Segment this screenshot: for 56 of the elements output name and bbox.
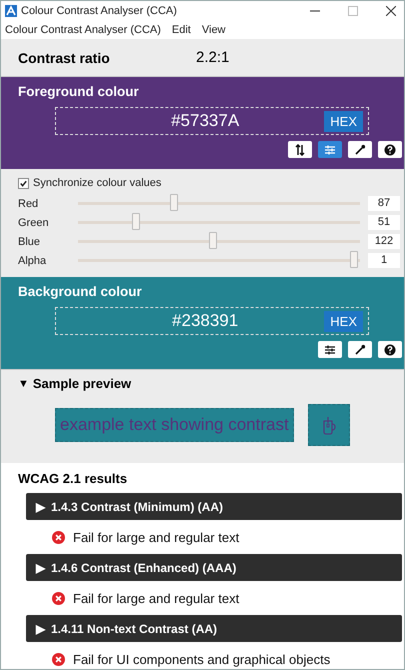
slider-value-field[interactable]: 51 (368, 215, 400, 230)
contrast-value: 2.2:1 (196, 49, 230, 66)
fail-icon (52, 652, 65, 666)
menu-item[interactable]: Colour Contrast Analyser (CCA) (5, 24, 161, 36)
slider-label: Green (18, 216, 50, 228)
eyedropper-button[interactable] (348, 341, 372, 358)
sync-label: Synchronize colour values (33, 177, 162, 189)
window-title: Colour Contrast Analyser (CCA) (21, 5, 178, 17)
sync-checkbox[interactable] (18, 178, 29, 188)
help-button[interactable] (378, 141, 402, 158)
criterion-header[interactable]: ▶ 1.4.11 Non-text Contrast (AA) (26, 615, 402, 642)
slider-value-field[interactable]: 1 (368, 253, 400, 268)
help-icon (384, 344, 396, 356)
section-title: Sample preview (32, 376, 132, 391)
slider-label: Red (18, 198, 40, 210)
sample-text: example text showing contrast (55, 408, 294, 442)
slider-thumb[interactable] (350, 251, 358, 268)
swap-button[interactable] (288, 141, 312, 158)
sliders-button[interactable] (318, 141, 342, 158)
format-button[interactable]: HEX (324, 310, 363, 332)
result-text: Fail for large and regular text (73, 590, 240, 606)
hex-input-field[interactable]: #238391 HEX (55, 307, 369, 335)
fail-icon (52, 592, 65, 604)
app-logo-icon (5, 5, 17, 17)
criterion-header[interactable]: ▶ 1.4.6 Contrast (Enhanced) (AAA) (26, 554, 402, 581)
help-icon (384, 144, 396, 156)
slider-value-field[interactable]: 87 (368, 196, 400, 211)
slider-label: Alpha (18, 254, 48, 266)
fail-icon (52, 530, 65, 544)
sliders-icon (324, 144, 336, 156)
slider-value-field[interactable]: 122 (368, 234, 400, 249)
help-button[interactable] (378, 341, 402, 358)
slider-thumb[interactable] (132, 213, 140, 230)
mug-icon (322, 415, 336, 435)
hex-input-field[interactable]: #57337A HEX (55, 107, 369, 135)
result-text: Fail for large and regular text (73, 530, 240, 544)
eyedropper-icon (354, 144, 366, 156)
result-text: Fail for UI components and graphical objects (73, 652, 330, 666)
slider-thumb[interactable] (170, 194, 178, 211)
close-icon[interactable] (386, 6, 396, 16)
format-button[interactable]: HEX (324, 110, 363, 132)
eyedropper-button[interactable] (348, 141, 372, 158)
menu-item[interactable]: View (202, 24, 226, 36)
slider-thumb[interactable] (208, 232, 217, 249)
eyedropper-icon (354, 344, 366, 356)
section-title: WCAG 2.1 results (18, 471, 128, 486)
panel-title: Foreground colour (18, 84, 140, 99)
sliders-icon (324, 344, 336, 356)
criterion-header[interactable]: ▶ 1.4.3 Contrast (Minimum) (AA) (26, 493, 402, 520)
contrast-label: Contrast ratio (18, 50, 111, 66)
panel-title: Background colour (18, 284, 143, 299)
swap-arrows-icon (294, 144, 306, 156)
collapse-arrow[interactable]: ▼ (18, 378, 29, 390)
sliders-button[interactable] (318, 341, 342, 358)
slider-label: Blue (18, 236, 42, 248)
menu-item[interactable]: Edit (172, 24, 191, 36)
